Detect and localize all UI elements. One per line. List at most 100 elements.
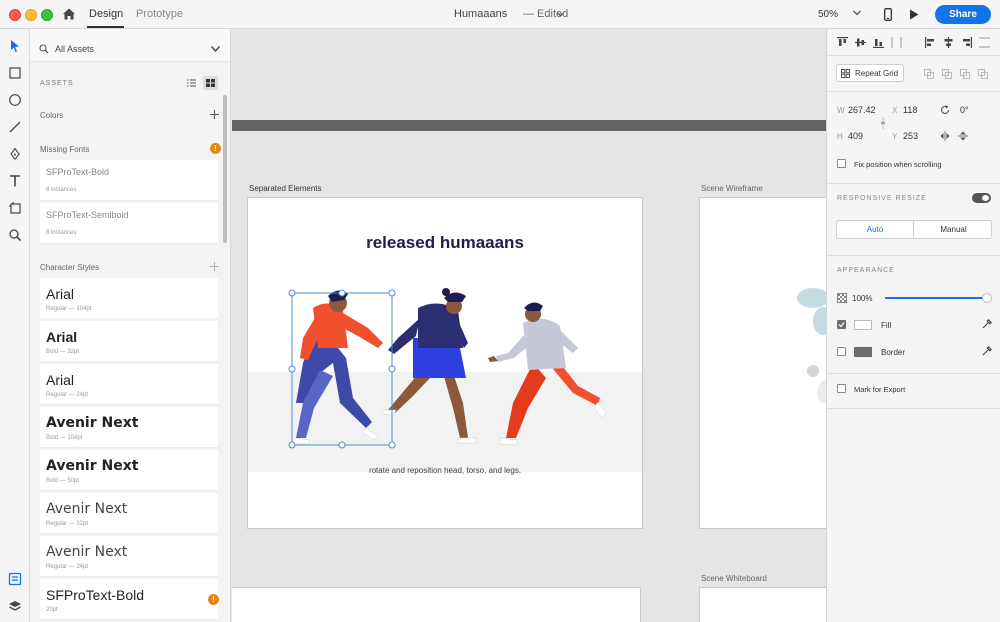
artboard-bottom-left[interactable]: [232, 587, 641, 622]
flip-horizontal-icon[interactable]: [940, 131, 950, 141]
artboard-icon[interactable]: [8, 201, 22, 215]
character-style-name: Arial: [46, 329, 78, 345]
fill-label: Fill: [881, 321, 892, 330]
design-canvas[interactable]: Separated Elements Scene Wireframe Scene…: [232, 29, 826, 622]
artboard-label[interactable]: Scene Wireframe: [701, 184, 763, 193]
align-right-icon[interactable]: [961, 37, 972, 48]
fix-position-checkbox[interactable]: [837, 159, 846, 168]
resize-mode-auto[interactable]: Auto: [837, 221, 914, 238]
home-icon[interactable]: [62, 7, 76, 21]
tab-design[interactable]: Design: [89, 8, 123, 20]
border-checkbox[interactable]: [837, 347, 846, 356]
artboard-scene-wireframe[interactable]: [699, 197, 826, 529]
align-middle-icon[interactable]: [855, 37, 866, 48]
eyedropper-icon[interactable]: [982, 319, 992, 329]
fill-swatch[interactable]: [854, 320, 872, 330]
grid-view-button[interactable]: [203, 76, 218, 90]
boolean-add-icon[interactable]: [924, 69, 934, 79]
distribute-vertical-icon[interactable]: [891, 37, 902, 48]
colors-section-label[interactable]: Colors: [40, 111, 63, 120]
character-style-item[interactable]: Arial Regular — 104pt: [40, 278, 218, 319]
opacity-slider-handle[interactable]: [982, 293, 992, 303]
resize-mode-segmented-control[interactable]: Auto Manual: [836, 220, 992, 239]
repeat-grid-button[interactable]: Repeat Grid: [836, 64, 904, 82]
zoom-icon[interactable]: [8, 228, 22, 242]
character-style-item[interactable]: Avenir Next Bold — 104pt: [40, 407, 218, 448]
character-styles-label[interactable]: Character Styles: [40, 263, 99, 272]
character-style-item[interactable]: SFProText-Bold 20pt !: [40, 579, 219, 620]
eyedropper-icon[interactable]: [982, 346, 992, 356]
chevron-down-icon[interactable]: [211, 46, 220, 52]
opacity-slider[interactable]: [885, 297, 987, 299]
artboard-scene-whiteboard[interactable]: [699, 587, 826, 622]
search-icon[interactable]: [39, 44, 49, 54]
artboard-caption[interactable]: rotate and reposition head, torso, and l…: [248, 466, 642, 475]
width-input[interactable]: 267.42: [848, 105, 876, 115]
missing-font-item[interactable]: SFProText-Semibold 8 instances: [40, 203, 218, 244]
artboard-label[interactable]: Scene Whiteboard: [701, 574, 767, 583]
ellipse-icon[interactable]: [8, 93, 22, 107]
assets-filter-bar[interactable]: All Assets: [30, 29, 230, 62]
fill-checkbox[interactable]: [837, 320, 846, 329]
artboard-label[interactable]: Separated Elements: [249, 184, 322, 193]
assets-filter-select[interactable]: All Assets: [55, 44, 94, 54]
character-style-item[interactable]: Arial Regular — 24pt: [40, 364, 218, 405]
rotation-input[interactable]: 0°: [960, 105, 969, 115]
add-color-icon[interactable]: [210, 110, 219, 119]
minimize-window-button[interactable]: [25, 9, 37, 21]
list-view-icon[interactable]: [187, 79, 196, 87]
wireframe-shapes: [797, 288, 826, 403]
lock-aspect-icon[interactable]: [880, 117, 886, 129]
missing-fonts-label[interactable]: Missing Fonts: [40, 145, 89, 154]
missing-font-item[interactable]: SFProText-Bold 8 instances: [40, 160, 218, 201]
character-style-item[interactable]: Avenir Next Bold — 50pt: [40, 450, 218, 491]
tab-prototype[interactable]: Prototype: [136, 8, 183, 20]
mark-for-export-checkbox[interactable]: [837, 384, 846, 393]
character-style-item[interactable]: Avenir Next Regular — 24pt: [40, 536, 218, 577]
align-top-icon[interactable]: [837, 37, 848, 48]
height-input[interactable]: 409: [848, 131, 863, 141]
play-icon[interactable]: [909, 9, 919, 20]
document-title[interactable]: Humaaans: [454, 8, 507, 20]
missing-font-name: SFProText-Bold: [46, 167, 110, 177]
distribute-horizontal-icon[interactable]: [979, 37, 990, 48]
flip-vertical-icon[interactable]: [958, 131, 968, 141]
align-center-icon[interactable]: [943, 37, 954, 48]
x-label: X: [892, 106, 898, 115]
boolean-subtract-icon[interactable]: [942, 69, 952, 79]
y-input[interactable]: 253: [903, 131, 918, 141]
chevron-down-icon[interactable]: [557, 12, 564, 17]
share-button[interactable]: Share: [935, 5, 991, 24]
pen-icon[interactable]: [8, 147, 22, 161]
layers-icon[interactable]: [8, 599, 22, 613]
x-input[interactable]: 118: [903, 105, 917, 115]
rotate-icon[interactable]: [940, 105, 950, 115]
zoom-level[interactable]: 50%: [818, 9, 838, 20]
opacity-input[interactable]: 100%: [852, 294, 872, 303]
line-icon[interactable]: [8, 120, 22, 134]
character-style-item[interactable]: Avenir Next Regular — 32pt: [40, 493, 218, 534]
text-icon[interactable]: [8, 174, 22, 188]
align-bottom-icon[interactable]: [873, 37, 884, 48]
humaaans-illustration[interactable]: [248, 198, 642, 528]
close-window-button[interactable]: [9, 9, 21, 21]
character-style-name: SFProText-Bold: [46, 587, 145, 603]
select-arrow-icon[interactable]: [8, 39, 22, 53]
align-left-icon[interactable]: [925, 37, 936, 48]
assets-panel-icon[interactable]: [8, 572, 22, 586]
chevron-down-icon[interactable]: [853, 10, 861, 16]
boolean-exclude-icon[interactable]: [978, 69, 988, 79]
add-character-style-icon[interactable]: [210, 262, 219, 271]
device-preview-icon[interactable]: [884, 8, 892, 21]
border-swatch[interactable]: [854, 347, 872, 357]
assets-scrollbar[interactable]: [223, 95, 227, 243]
character-style-meta: Regular — 24pt: [46, 392, 89, 398]
divider: [827, 255, 1000, 256]
zoom-window-button[interactable]: [41, 9, 53, 21]
character-style-item[interactable]: Arial Bold — 32pt: [40, 321, 218, 362]
boolean-intersect-icon[interactable]: [960, 69, 970, 79]
responsive-resize-toggle[interactable]: [972, 193, 991, 203]
resize-mode-manual[interactable]: Manual: [915, 221, 992, 238]
artboard-separated-elements[interactable]: released humaaans rotate and reposition …: [247, 197, 643, 529]
rectangle-icon[interactable]: [8, 66, 22, 80]
